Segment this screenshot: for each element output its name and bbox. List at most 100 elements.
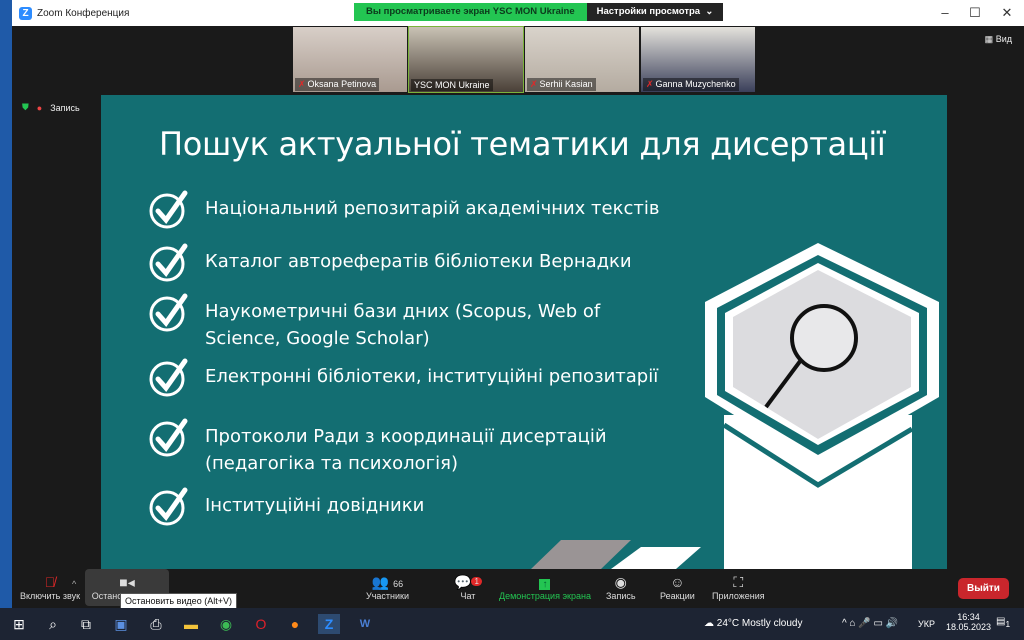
leave-button[interactable]: Выйти xyxy=(958,578,1009,599)
chat-badge: 1 xyxy=(471,577,482,586)
apps-button[interactable]: ⛶ Приложения xyxy=(712,573,765,601)
tooltip: Остановить видео (Alt+V) xyxy=(120,593,237,609)
notification-count: 1 xyxy=(1005,619,1011,629)
muted-mic-icon: ✗ xyxy=(298,79,306,89)
slide-bullet: Інституційні довідники xyxy=(149,487,425,526)
white-parallelogram xyxy=(611,547,701,569)
participants-count: 66 xyxy=(393,579,404,589)
zoom-window: Z Zoom Конференция ‒ ☐ ✕ Вы просматривае… xyxy=(12,0,1024,608)
checkmark-icon xyxy=(149,190,188,229)
chat-label: Чат xyxy=(460,591,476,601)
slide-bullet-text: Протоколи Ради з координації дисертацій … xyxy=(205,426,607,474)
participant-name: Ganna Muzychenko xyxy=(655,79,736,89)
shield-icon: ⛊ xyxy=(22,102,29,112)
minimize-button[interactable]: ‒ xyxy=(930,0,960,26)
checkmark-icon xyxy=(149,243,188,282)
record-label: Запись xyxy=(606,591,636,601)
share-label: Демонстрация экрана xyxy=(499,591,591,601)
reactions-button[interactable]: ☺ Реакции xyxy=(660,573,695,601)
notification-icon[interactable]: ▤1 xyxy=(996,616,1010,629)
maximize-button[interactable]: ☐ xyxy=(960,0,990,26)
checkmark-icon xyxy=(149,487,188,526)
checkmark-icon xyxy=(149,418,188,457)
participant-tile[interactable]: ✗ Oksana Petinova xyxy=(293,27,407,92)
slide-bullet: Протоколи Ради з координації дисертацій … xyxy=(149,418,675,477)
magnifier-lens xyxy=(790,304,858,372)
view-label: Вид xyxy=(995,34,1012,44)
chat-button[interactable]: 💬 1 Чат xyxy=(454,573,482,601)
audio-options-caret[interactable]: ^ xyxy=(72,579,76,589)
time: 16:34 xyxy=(957,612,980,622)
grid-icon: ▦ xyxy=(984,34,994,44)
file-explorer-icon[interactable]: ▬ xyxy=(180,614,202,634)
tray-icons[interactable]: ^ ⌂ 🎤 ▭ 🔊 xyxy=(842,618,898,629)
muted-mic-icon: ✗ xyxy=(646,79,654,89)
reactions-icon: ☺ xyxy=(670,574,685,590)
share-screen-button[interactable]: ↑ Демонстрация экрана xyxy=(499,573,591,601)
share-banner-text: Вы просматриваете экран YSC MON Ukraine xyxy=(354,3,587,21)
participant-strip: ✗ Oksana Petinova YSC MON Ukraine ✗ Serhii… xyxy=(293,26,755,93)
unmute-label: Включить звук xyxy=(20,591,81,601)
participants-icon: 👥 66 xyxy=(371,574,404,590)
weather-text: 24°C Mostly cloudy xyxy=(716,618,803,629)
slide-bullet-text: Інституційні довідники xyxy=(205,495,425,516)
app-icon[interactable]: ▣ xyxy=(110,614,132,634)
windows-taskbar: ⊞ ⌕ ⧉ ▣ ⎙ ▬ ◉ O ● Z W ☁ 24°C Mostly clou… xyxy=(0,608,1024,640)
record-icon: ◉ xyxy=(614,574,627,590)
clock[interactable]: 16:34 18.05.2023 xyxy=(946,612,991,632)
slide-bullet: Наукометричні бази дних (Scopus, Web of … xyxy=(149,293,675,352)
slide-bullet: Національний репозитарій академічних тек… xyxy=(149,190,660,229)
slide-bullet-text: Наукометричні бази дних (Scopus, Web of … xyxy=(205,301,601,349)
task-view-icon[interactable]: ⧉ xyxy=(75,614,97,634)
chrome-icon[interactable]: ◉ xyxy=(215,614,237,634)
apps-label: Приложения xyxy=(712,591,765,601)
slide-bullet-text: Каталог авторефератів бібліотеки Вернадк… xyxy=(205,251,632,272)
participants-button[interactable]: 👥 66 Участники xyxy=(366,573,409,601)
opera-icon[interactable]: O xyxy=(250,614,272,634)
view-settings-button[interactable]: Настройки просмотра ⌄ xyxy=(586,3,724,21)
record-dot-icon: ● xyxy=(36,102,43,113)
recording-label: Запись xyxy=(50,102,80,113)
participant-tile[interactable]: ✗ Serhii Kasian xyxy=(525,27,639,92)
zoom-logo-icon: Z xyxy=(19,6,32,20)
checkmark-icon xyxy=(149,293,188,332)
view-settings-label: Настройки просмотра xyxy=(596,6,701,17)
participant-name: Oksana Petinova xyxy=(307,79,377,89)
participants-label: Участники xyxy=(366,591,409,601)
participant-tile[interactable]: ✗ Ganna Muzychenko xyxy=(641,27,755,92)
share-screen-icon: ↑ xyxy=(499,573,591,591)
zoom-taskbar-icon[interactable]: Z xyxy=(318,614,340,634)
printer-icon[interactable]: ⎙ xyxy=(145,614,167,634)
search-icon[interactable]: ⌕ xyxy=(42,614,64,634)
share-banner: Вы просматриваете экран YSC MON Ukraine … xyxy=(354,3,724,21)
shared-slide: Пошук актуальної тематики для дисертації… xyxy=(101,95,947,569)
participant-name: YSC MON Ukraine xyxy=(414,80,490,90)
firefox-icon[interactable]: ● xyxy=(284,614,306,634)
muted-mic-icon: ✗ xyxy=(530,79,538,89)
weather-widget[interactable]: ☁ 24°C Mostly cloudy xyxy=(704,618,802,629)
record-button[interactable]: ◉ Запись xyxy=(606,573,636,601)
chevron-down-icon: ⌄ xyxy=(705,6,714,17)
meeting-status: ⛊ ● Запись xyxy=(22,102,80,113)
participant-name: Serhii Kasian xyxy=(539,79,593,89)
reactions-label: Реакции xyxy=(660,591,695,601)
video-label: Остано xyxy=(91,591,123,601)
slide-bullet-text: Електронні бібліотеки, інституційні репо… xyxy=(205,366,659,387)
language-indicator[interactable]: УКР xyxy=(918,619,935,629)
view-button[interactable]: ▦ Вид xyxy=(985,34,1012,45)
participant-tile[interactable]: YSC MON Ukraine xyxy=(408,26,524,93)
slide-bullet: Електронні бібліотеки, інституційні репо… xyxy=(149,358,659,397)
date: 18.05.2023 xyxy=(946,622,992,632)
slide-bullet-text: Національний репозитарій академічних тек… xyxy=(205,198,660,219)
word-icon[interactable]: W xyxy=(354,614,376,634)
slide-bullet: Каталог авторефератів бібліотеки Вернадк… xyxy=(149,243,632,282)
checkmark-icon xyxy=(149,358,188,397)
window-title: Zoom Конференция xyxy=(37,7,130,19)
close-button[interactable]: ✕ xyxy=(992,0,1022,26)
chat-icon: 💬 1 xyxy=(454,573,482,591)
video-camera-icon: ■◂ xyxy=(119,574,135,590)
grey-parallelogram xyxy=(531,540,631,569)
start-icon[interactable]: ⊞ xyxy=(8,614,30,634)
cloud-icon: ☁ xyxy=(704,618,714,629)
apps-icon: ⛶ xyxy=(733,574,744,590)
